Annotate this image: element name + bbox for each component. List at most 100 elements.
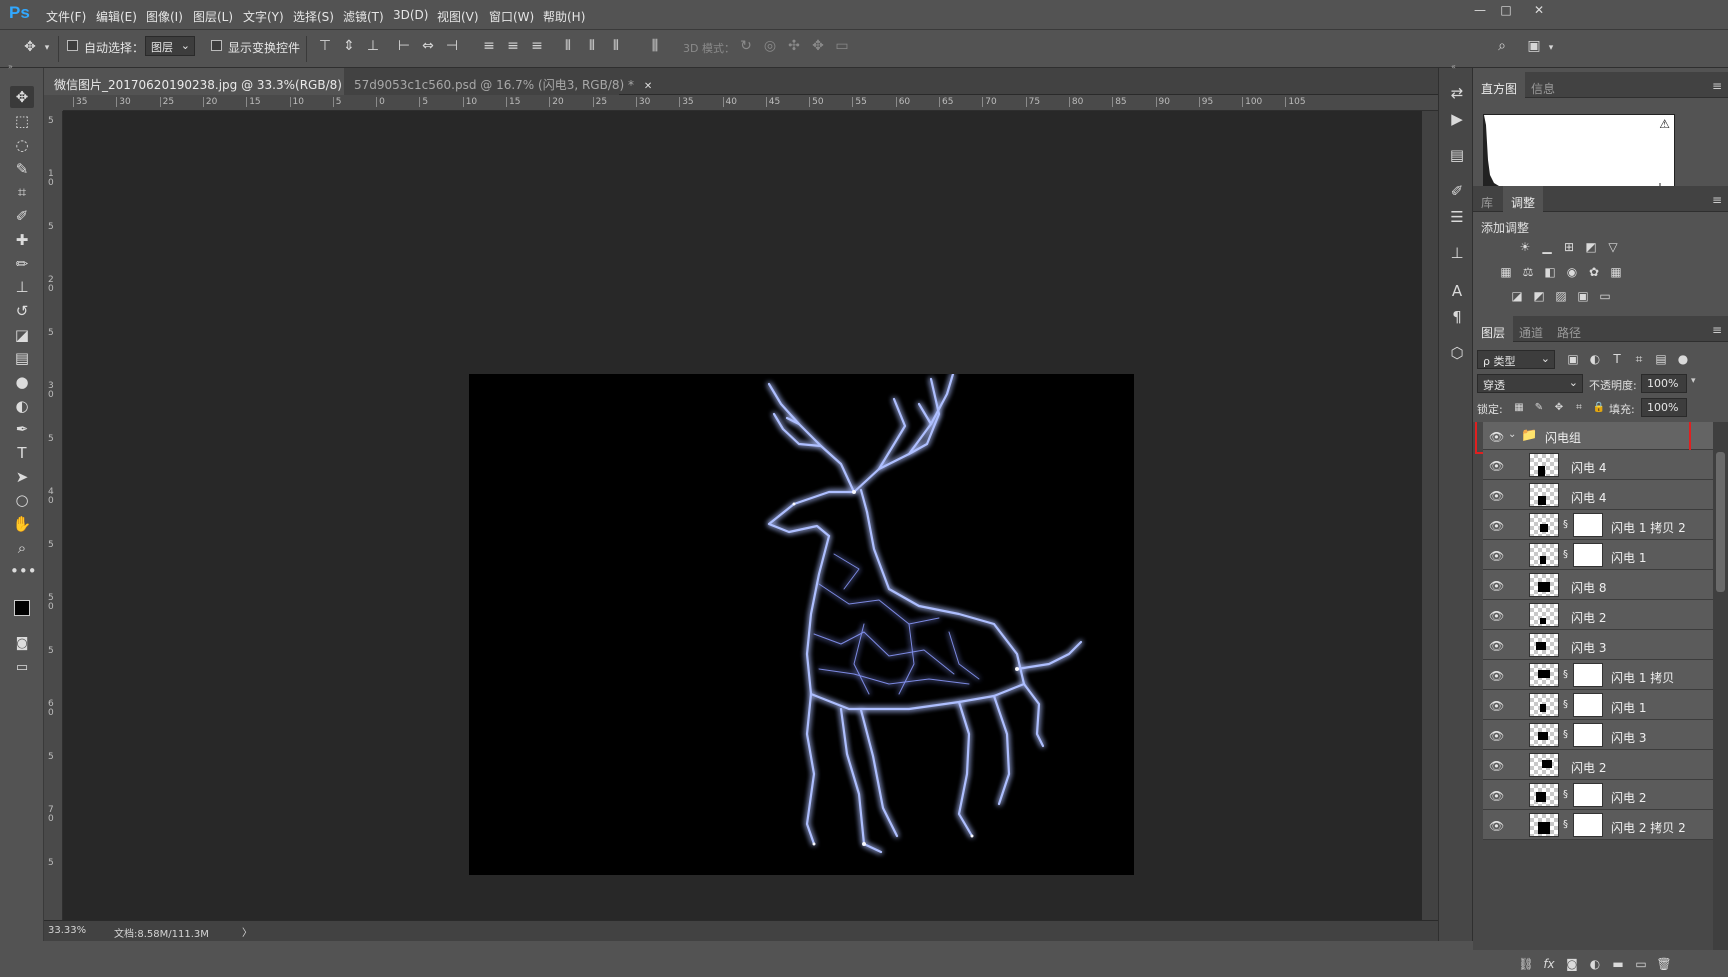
chain-link-icon[interactable]: § [1563, 699, 1571, 711]
levels-icon[interactable]: ▁ [1539, 240, 1555, 254]
actions-panel-icon[interactable]: ▶ [1446, 110, 1468, 130]
search-icon[interactable]: ⌕ [1494, 38, 1510, 54]
type-tool-icon[interactable]: T [10, 442, 34, 464]
tab-paths[interactable]: 路径 [1549, 316, 1589, 342]
chain-link-icon[interactable]: § [1563, 519, 1571, 531]
brightness-icon[interactable]: ☀ [1517, 240, 1533, 254]
eyedropper-tool-icon[interactable]: ✐ [10, 205, 34, 227]
chevron-down-icon[interactable]: ▾ [42, 40, 52, 56]
tab-histogram[interactable]: 直方图 [1473, 72, 1526, 98]
ellipse-tool-icon[interactable]: ○ [10, 489, 34, 511]
clone-source-panel-icon[interactable]: ⊥ [1446, 244, 1468, 264]
align-right-icon[interactable]: ⊣ [444, 38, 460, 54]
chevron-down-icon[interactable]: ▾ [1691, 376, 1696, 386]
lock-pixels-icon[interactable]: ✎ [1531, 401, 1547, 415]
zoom-level[interactable]: 33.33% [48, 925, 86, 936]
eye-icon[interactable]: 👁 [1489, 459, 1505, 473]
align-top-icon[interactable]: ⊤ [317, 38, 333, 54]
3d-rotate-icon[interactable]: ↻ [738, 38, 754, 54]
filter-toggle-icon[interactable]: ● [1675, 352, 1691, 366]
layer-mask-thumbnail[interactable] [1573, 513, 1603, 537]
collapse-icon[interactable]: » [8, 62, 13, 71]
crop-tool-icon[interactable]: ⌗ [10, 181, 34, 203]
new-group-icon[interactable]: ▬ [1610, 957, 1626, 971]
chain-link-icon[interactable]: § [1563, 819, 1571, 831]
color-balance-icon[interactable]: ⚖ [1520, 265, 1536, 279]
tab-adjustments[interactable]: 调整 [1503, 186, 1544, 212]
distribute-top-icon[interactable]: ≡ [481, 38, 497, 54]
tab-channels[interactable]: 通道 [1511, 316, 1551, 342]
eye-icon[interactable]: 👁 [1489, 759, 1505, 773]
curves-icon[interactable]: ⊞ [1561, 240, 1577, 254]
eye-icon[interactable]: 👁 [1489, 489, 1505, 503]
eye-icon[interactable]: 👁 [1489, 639, 1505, 653]
warning-icon[interactable]: ⚠ [1659, 117, 1670, 131]
layer-row[interactable]: 👁 闪电 2 [1483, 750, 1713, 780]
foreground-color-swatch[interactable] [14, 600, 30, 616]
filter-shape-icon[interactable]: ⌗ [1631, 352, 1647, 366]
layer-mask-thumbnail[interactable] [1573, 813, 1603, 837]
vertical-ruler[interactable]: 5 1 0 5 2 0 5 3 0 5 4 0 5 5 0 5 6 0 5 7 0 5 [44, 111, 63, 920]
auto-align-icon[interactable]: ⫼ [647, 38, 663, 54]
chain-link-icon[interactable]: § [1563, 669, 1571, 681]
chevron-down-icon[interactable]: ▾ [1546, 40, 1556, 56]
gradient-map-icon[interactable]: ▭ [1597, 289, 1613, 303]
blend-mode-select[interactable]: 穿透 ⌄ [1477, 374, 1583, 393]
document-image[interactable] [469, 372, 1134, 875]
close-icon[interactable]: ✕ [644, 81, 652, 92]
layer-row[interactable]: 👁 § 闪电 2 [1483, 780, 1713, 810]
align-hcenter-icon[interactable]: ⇔ [420, 38, 436, 54]
eye-icon[interactable]: 👁 [1489, 699, 1505, 713]
tab-library[interactable]: 库 [1473, 186, 1501, 212]
canvas-area[interactable] [63, 111, 1422, 920]
status-menu-arrow[interactable]: 〉 [242, 924, 252, 939]
move-tool-icon[interactable]: ✥ [22, 39, 38, 55]
move-tool-icon[interactable]: ✥ [10, 86, 34, 108]
eye-icon[interactable]: 👁 [1489, 789, 1505, 803]
canvas-vertical-scrollbar[interactable] [1422, 111, 1438, 920]
tab-document-1[interactable]: 微信图片_20170620190238.jpg @ 33.3%(RGB/8) *… [44, 68, 372, 95]
layer-row[interactable]: 👁 § 闪电 1 拷贝 [1483, 660, 1713, 690]
eye-icon[interactable]: 👁 [1489, 819, 1505, 833]
blur-tool-icon[interactable]: ● [10, 371, 34, 393]
character-panel-icon[interactable]: A [1446, 282, 1468, 302]
layer-mask-thumbnail[interactable] [1573, 543, 1603, 567]
layer-mask-thumbnail[interactable] [1573, 693, 1603, 717]
posterize-icon[interactable]: ◩ [1531, 289, 1547, 303]
layer-row[interactable]: 👁 § 闪电 2 拷贝 2 [1483, 810, 1713, 840]
history-brush-tool-icon[interactable]: ↺ [10, 300, 34, 322]
opacity-input[interactable]: 100% [1641, 374, 1687, 393]
menu-filter[interactable]: 滤镜(T) [343, 8, 384, 25]
layer-filter-select[interactable]: ρ 类型 ⌄ [1477, 350, 1555, 369]
horizontal-ruler[interactable]: 35 30 25 20 15 10 5 0 5 10 15 20 25 30 35 40 45 50 55 60 65 7… [63, 95, 1438, 111]
tab-info[interactable]: 信息 [1523, 72, 1563, 98]
chain-link-icon[interactable]: § [1563, 549, 1571, 561]
delete-layer-icon[interactable]: 🗑 [1656, 957, 1672, 971]
fill-input[interactable]: 100% [1641, 398, 1687, 417]
menu-file[interactable]: 文件(F) [46, 8, 86, 25]
menu-type[interactable]: 文字(Y) [243, 8, 284, 25]
minimize-button[interactable]: — [1468, 3, 1492, 21]
layers-scrollbar[interactable] [1713, 422, 1728, 950]
menu-view[interactable]: 视图(V) [437, 8, 479, 25]
filter-pixel-icon[interactable]: ▣ [1565, 352, 1581, 366]
collapse-icon[interactable]: « [1451, 62, 1456, 71]
align-left-icon[interactable]: ⊢ [396, 38, 412, 54]
quick-mask-icon[interactable]: ◙ [10, 633, 34, 655]
menu-help[interactable]: 帮助(H) [543, 8, 585, 25]
distribute-bottom-icon[interactable]: ≡ [529, 38, 545, 54]
eraser-tool-icon[interactable]: ◪ [10, 324, 34, 346]
new-adjustment-icon[interactable]: ◐ [1587, 957, 1603, 971]
panel-menu-icon[interactable]: ≡ [1712, 79, 1722, 93]
align-bottom-icon[interactable]: ⊥ [365, 38, 381, 54]
3d-panel-icon[interactable]: ⬡ [1446, 344, 1468, 364]
3d-pan-icon[interactable]: ✣ [786, 38, 802, 54]
restore-button[interactable]: □ [1494, 3, 1518, 21]
brush-tool-icon[interactable]: ✏ [10, 253, 34, 275]
filter-adjustment-icon[interactable]: ◐ [1587, 352, 1603, 366]
lock-all-icon[interactable]: 🔒 [1591, 401, 1607, 415]
eye-icon[interactable]: 👁 [1489, 519, 1505, 533]
path-select-tool-icon[interactable]: ➤ [10, 466, 34, 488]
layer-mask-thumbnail[interactable] [1573, 663, 1603, 687]
eye-icon[interactable]: 👁 [1489, 669, 1505, 683]
